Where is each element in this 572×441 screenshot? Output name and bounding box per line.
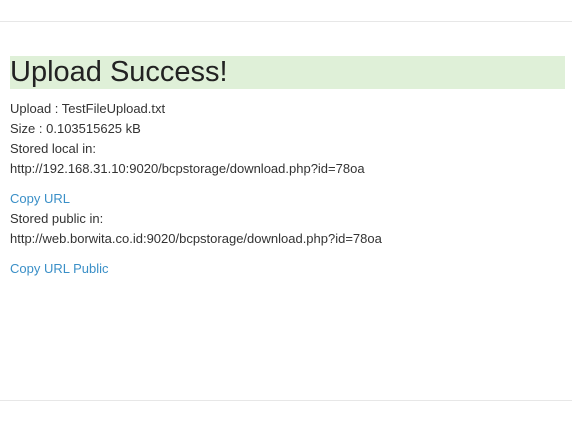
top-divider — [0, 21, 572, 22]
stored-local-label: Stored local in: — [10, 141, 96, 156]
upload-filename-row: Upload : TestFileUpload.txt — [10, 99, 565, 119]
bottom-divider — [0, 400, 572, 401]
copy-url-link[interactable]: Copy URL — [10, 189, 70, 209]
upload-details: Upload : TestFileUpload.txt Size : 0.103… — [10, 99, 565, 279]
copy-url-public-link[interactable]: Copy URL Public — [10, 259, 109, 279]
upload-filename: TestFileUpload.txt — [61, 101, 166, 116]
page-title: Upload Success! — [10, 56, 228, 88]
success-banner: Upload Success! — [10, 56, 565, 89]
upload-result-panel: Upload Success! Upload : TestFileUpload.… — [10, 56, 565, 279]
upload-label: Upload : — [10, 101, 62, 116]
upload-size-row: Size : 0.103515625 kB — [10, 119, 565, 139]
stored-public-url: http://web.borwita.co.id:9020/bcpstorage… — [10, 231, 382, 246]
stored-public-label: Stored public in: — [10, 211, 104, 226]
stored-local-url: http://192.168.31.10:9020/bcpstorage/dow… — [10, 161, 365, 176]
size-value: 0.103515625 kB — [46, 121, 141, 136]
size-label: Size : — [10, 121, 47, 136]
